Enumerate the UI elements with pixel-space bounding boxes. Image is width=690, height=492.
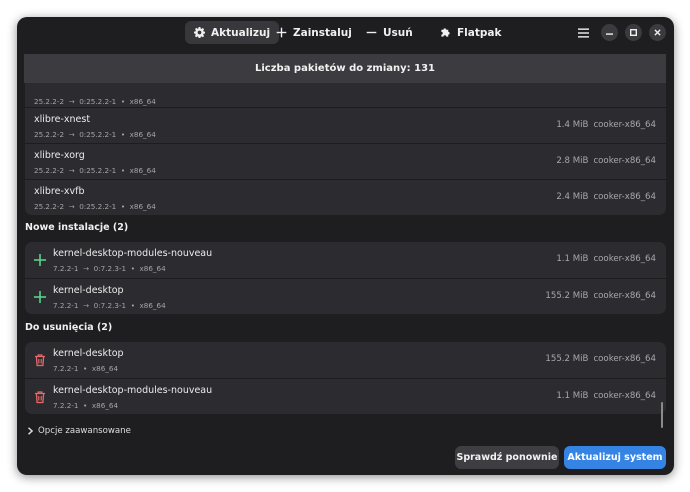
chevron-right-icon [28, 427, 34, 435]
pkg-name: xlibre-xvfb [34, 186, 85, 197]
trash-icon [35, 354, 45, 367]
pkg-size-repo: 155.2 MiB cooker-x86_64 [545, 291, 656, 301]
tab-flatpak[interactable]: Flatpak [431, 21, 510, 44]
list-item[interactable]: 25.2.2-2 → 0:25.2.2-1 • x86_64 [25, 83, 666, 107]
close-icon [654, 29, 661, 36]
pkg-name: kernel-desktop-modules-nouveau [53, 248, 213, 259]
maximize-button[interactable] [625, 24, 642, 41]
pkg-version: 7.2.2-1 → 0:7.2.3-1 • x86_64 [53, 301, 166, 310]
tab-update[interactable]: Aktualizuj [185, 21, 280, 44]
pkg-version: 25.2.2-2 → 0:25.2.2-1 • x86_64 [34, 130, 156, 139]
pkg-size-repo: 2.4 MiB cooker-x86_64 [556, 192, 656, 202]
minus-icon [366, 31, 377, 34]
pkg-name: kernel-desktop-modules-nouveau [53, 385, 213, 396]
list-item[interactable]: xlibre-xorg 25.2.2-2 → 0:25.2.2-1 • x86_… [25, 143, 666, 179]
list-item[interactable]: kernel-desktop 7.2.2-1 • x86_64 155.2 Mi… [25, 342, 666, 378]
tab-install-label: Zainstaluj [293, 26, 352, 39]
updates-card: 25.2.2-2 → 0:25.2.2-1 • x86_64 xlibre-xn… [25, 83, 666, 215]
trash-icon [35, 391, 45, 404]
plus-icon [34, 291, 46, 303]
minimize-icon [606, 33, 613, 35]
list-item[interactable]: kernel-desktop-modules-nouveau 7.2.2-1 •… [25, 378, 666, 414]
list-item[interactable]: kernel-desktop-modules-nouveau 7.2.2-1 →… [25, 242, 666, 278]
plus-icon [276, 27, 287, 38]
advanced-options-label: Opcje zaawansowane [38, 426, 131, 436]
pkg-name: kernel-desktop [53, 348, 124, 359]
new-installs-title: Nowe instalacje (2) [25, 222, 129, 233]
changes-banner: Liczba pakietów do zmiany: 131 [24, 54, 666, 83]
pkg-name: xlibre-xnest [34, 114, 91, 125]
package-list-scroll[interactable]: 25.2.2-2 → 0:25.2.2-1 • x86_64 xlibre-xn… [17, 83, 674, 443]
pkg-size-repo: 1.1 MiB cooker-x86_64 [556, 391, 656, 401]
removals-title: Do usunięcia (2) [25, 322, 113, 333]
list-item[interactable]: xlibre-xnest 25.2.2-2 → 0:25.2.2-1 • x86… [25, 107, 666, 143]
plus-icon [34, 254, 46, 266]
removals-card: kernel-desktop 7.2.2-1 • x86_64 155.2 Mi… [25, 342, 666, 414]
menu-icon [578, 27, 589, 38]
pkg-version: 7.2.2-1 • x86_64 [53, 401, 119, 410]
gear-icon [194, 27, 205, 38]
pkg-name: kernel-desktop [53, 285, 124, 296]
check-again-button[interactable]: Sprawdź ponownie [455, 446, 559, 469]
pkg-version: 7.2.2-1 → 0:7.2.3-1 • x86_64 [53, 264, 166, 273]
pkg-name: xlibre-xorg [34, 150, 85, 161]
pkg-version: 25.2.2-2 → 0:25.2.2-1 • x86_64 [34, 166, 156, 175]
pkg-size-repo: 1.1 MiB cooker-x86_64 [556, 254, 656, 264]
pkg-size-repo: 155.2 MiB cooker-x86_64 [545, 354, 656, 364]
tab-update-label: Aktualizuj [211, 26, 271, 39]
close-button[interactable] [649, 24, 666, 41]
pkg-size-repo: 1.4 MiB cooker-x86_64 [556, 120, 656, 130]
pkg-version: 25.2.2-2 → 0:25.2.2-1 • x86_64 [34, 202, 156, 211]
pkg-size-repo: 2.8 MiB cooker-x86_64 [556, 156, 656, 166]
changes-count-text: Liczba pakietów do zmiany: 131 [255, 63, 435, 74]
new-installs-card: kernel-desktop-modules-nouveau 7.2.2-1 →… [25, 242, 666, 314]
menu-button[interactable] [575, 24, 592, 41]
tab-flatpak-label: Flatpak [457, 26, 502, 39]
header-bar: Aktualizuj Zainstaluj Usuń Flatpak [17, 17, 674, 53]
tab-remove[interactable]: Usuń [357, 21, 422, 44]
tab-install[interactable]: Zainstaluj [267, 21, 361, 44]
pkg-version: 25.2.2-2 → 0:25.2.2-1 • x86_64 [34, 97, 156, 106]
minimize-button[interactable] [601, 24, 618, 41]
update-system-button[interactable]: Aktualizuj system [564, 446, 666, 469]
tab-remove-label: Usuń [383, 26, 413, 39]
list-item[interactable]: kernel-desktop 7.2.2-1 → 0:7.2.3-1 • x86… [25, 278, 666, 314]
scrollbar[interactable] [661, 402, 663, 428]
maximize-icon [630, 29, 637, 36]
advanced-options-expander[interactable]: Opcje zaawansowane [27, 426, 131, 436]
puzzle-icon [441, 28, 450, 37]
app-window: Aktualizuj Zainstaluj Usuń Flatpak Liczb… [17, 17, 674, 475]
pkg-version: 7.2.2-1 • x86_64 [53, 364, 119, 373]
list-item[interactable]: xlibre-xvfb 25.2.2-2 → 0:25.2.2-1 • x86_… [25, 179, 666, 215]
